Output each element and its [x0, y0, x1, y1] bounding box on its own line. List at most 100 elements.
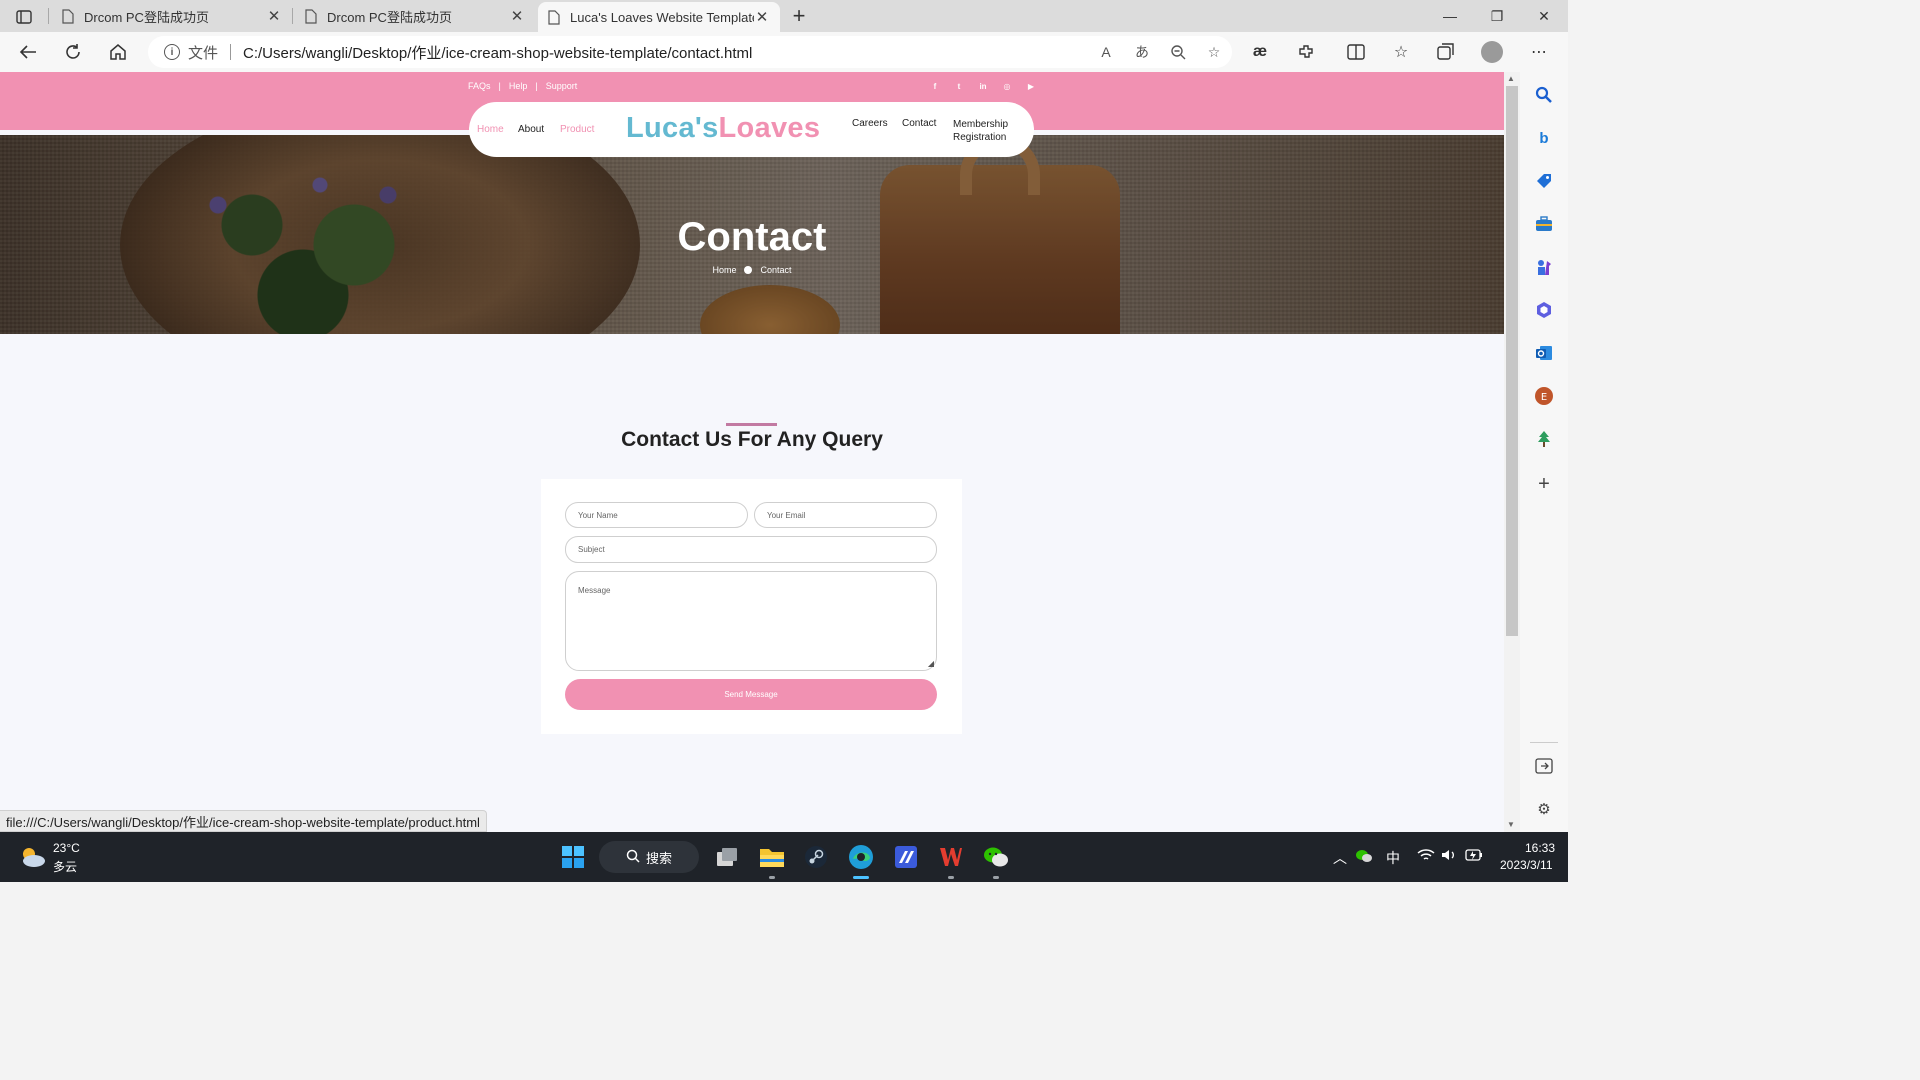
section-accent-bar — [726, 423, 777, 426]
address-bar[interactable]: i 文件 C:/Users/wangli/Desktop/作业/ice-crea… — [148, 36, 1232, 68]
vscode-style-app-icon[interactable] — [891, 842, 921, 872]
tab-title: Drcom PC登陆成功页 — [84, 9, 209, 25]
top-links: FAQs | Help | Support — [468, 81, 578, 91]
nav-careers[interactable]: Careers — [852, 118, 888, 129]
e-extension-icon[interactable]: E — [1534, 386, 1554, 406]
page-icon — [62, 8, 74, 24]
wps-office-icon[interactable] — [936, 842, 966, 872]
back-icon[interactable] — [14, 38, 42, 66]
zoom-out-icon[interactable] — [1166, 40, 1190, 64]
refresh-icon[interactable] — [59, 38, 87, 66]
extensions-icon[interactable] — [1294, 40, 1318, 64]
microsoft365-icon[interactable] — [1534, 300, 1554, 320]
translate-icon[interactable]: あ — [1130, 40, 1154, 64]
url-text[interactable]: C:/Users/wangli/Desktop/作业/ice-cream-sho… — [243, 42, 1088, 63]
windows-start-icon[interactable] — [558, 842, 588, 872]
name-input[interactable]: Your Name — [565, 502, 748, 528]
tray-overflow-chevron-icon[interactable]: ︿ — [1333, 848, 1347, 868]
collections-icon[interactable] — [1434, 40, 1458, 64]
tab-close-icon[interactable]: ✕ — [754, 9, 770, 26]
tab-actions-icon[interactable] — [10, 6, 38, 28]
instagram-icon[interactable]: ◎ — [1002, 81, 1012, 91]
resize-handle-icon[interactable]: ◢ — [928, 659, 934, 668]
youtube-icon[interactable]: ▶ — [1026, 81, 1036, 91]
faqs-link[interactable]: FAQs — [468, 81, 491, 91]
clock-date[interactable]: 2023/3/11 — [1500, 858, 1553, 872]
support-link[interactable]: Support — [546, 81, 578, 91]
add-favorite-icon[interactable]: ☆ — [1202, 40, 1226, 64]
wechat-icon[interactable] — [981, 842, 1011, 872]
contact-form: Your Name Your Email Subject Message ◢ S… — [541, 479, 962, 734]
search-icon[interactable] — [1534, 85, 1554, 105]
steam-icon[interactable] — [801, 842, 831, 872]
clock-time[interactable]: 16:33 — [1525, 841, 1555, 855]
maximize-button[interactable]: ❐ — [1474, 0, 1520, 32]
tab-close-icon[interactable]: ✕ — [266, 8, 282, 25]
home-icon[interactable] — [104, 38, 132, 66]
nav-product[interactable]: Product — [560, 124, 594, 135]
breadcrumb-home[interactable]: Home — [712, 265, 736, 275]
nav-contact[interactable]: Contact — [902, 118, 936, 129]
favorites-icon[interactable]: ☆ — [1389, 40, 1413, 64]
twitter-icon[interactable]: t — [954, 81, 964, 91]
svg-text:E: E — [1541, 392, 1547, 403]
tab-title: Luca's Loaves Website Template — [570, 9, 754, 25]
new-tab-button[interactable]: + — [787, 3, 811, 28]
close-window-button[interactable]: ✕ — [1521, 0, 1567, 32]
message-textarea[interactable]: Message ◢ — [565, 571, 937, 671]
battery-icon[interactable] — [1465, 848, 1483, 864]
send-message-button[interactable]: Send Message — [565, 679, 937, 710]
games-chess-icon[interactable] — [1534, 257, 1554, 277]
ae-extension-icon[interactable]: æ — [1248, 40, 1272, 64]
minimize-button[interactable]: — — [1427, 0, 1473, 32]
bing-chat-icon[interactable]: b — [1534, 128, 1554, 148]
edge-browser-icon[interactable] — [846, 842, 876, 872]
nav-home[interactable]: Home — [477, 124, 504, 135]
split-screen-icon[interactable] — [1344, 40, 1368, 64]
task-view-icon[interactable] — [712, 842, 742, 872]
nav-about[interactable]: About — [518, 124, 544, 135]
page-scrollbar[interactable]: ▲ ▼ — [1504, 72, 1520, 832]
tab-separator — [48, 8, 49, 24]
more-menu-icon[interactable]: ⋯ — [1527, 40, 1551, 64]
email-input[interactable]: Your Email — [754, 502, 937, 528]
facebook-icon[interactable]: f — [930, 81, 940, 91]
add-sidebar-app-icon[interactable]: + — [1534, 473, 1554, 495]
wifi-icon[interactable] — [1417, 848, 1435, 865]
tree-icon[interactable] — [1534, 429, 1554, 449]
browser-tab[interactable]: Drcom PC登陆成功页 ✕ — [52, 0, 292, 32]
page-icon — [305, 8, 317, 24]
nav-membership-registration[interactable]: Membership Registration — [953, 118, 1017, 144]
subject-input[interactable]: Subject — [565, 536, 937, 563]
volume-icon[interactable] — [1441, 848, 1457, 865]
settings-gear-icon[interactable]: ⚙ — [1534, 799, 1554, 819]
scheme-label: 文件 — [188, 44, 219, 62]
tools-briefcase-icon[interactable] — [1534, 214, 1554, 234]
read-aloud-icon[interactable]: A — [1094, 40, 1118, 64]
help-link[interactable]: Help — [509, 81, 528, 91]
info-icon[interactable]: i — [164, 44, 180, 60]
windows-taskbar: 23°C 多云 搜索 ︿ 中 16:33 2023/3/11 — [0, 832, 1568, 882]
tab-close-icon[interactable]: ✕ — [509, 8, 525, 25]
file-explorer-icon[interactable] — [757, 842, 787, 872]
outlook-icon[interactable] — [1534, 343, 1554, 363]
profile-avatar[interactable] — [1481, 41, 1503, 63]
status-bar-url: file:///C:/Users/wangli/Desktop/作业/ice-c… — [0, 810, 487, 832]
hero-banner: Contact Home Contact — [0, 135, 1504, 334]
scrollbar-thumb[interactable] — [1506, 86, 1518, 636]
scroll-up-icon[interactable]: ▲ — [1507, 74, 1515, 83]
browser-tab-active[interactable]: Luca's Loaves Website Template ✕ — [538, 2, 780, 32]
site-logo[interactable]: Luca'sLoaves — [626, 112, 820, 145]
main-navbar: Home About Product Luca'sLoaves Careers … — [469, 102, 1034, 157]
ime-indicator[interactable]: 中 — [1386, 848, 1400, 868]
weather-cloud-icon[interactable] — [18, 846, 46, 868]
taskbar-search[interactable]: 搜索 — [599, 841, 699, 873]
scroll-down-icon[interactable]: ▼ — [1507, 820, 1515, 829]
linkedin-icon[interactable]: in — [978, 81, 988, 91]
browser-tab[interactable]: Drcom PC登陆成功页 ✕ — [295, 0, 535, 32]
tab-separator — [292, 8, 293, 24]
tray-wechat-icon[interactable] — [1355, 848, 1373, 867]
section-title: Contact Us For Any Query — [621, 428, 883, 451]
shopping-tag-icon[interactable] — [1534, 171, 1554, 191]
hide-sidebar-icon[interactable] — [1534, 756, 1554, 776]
